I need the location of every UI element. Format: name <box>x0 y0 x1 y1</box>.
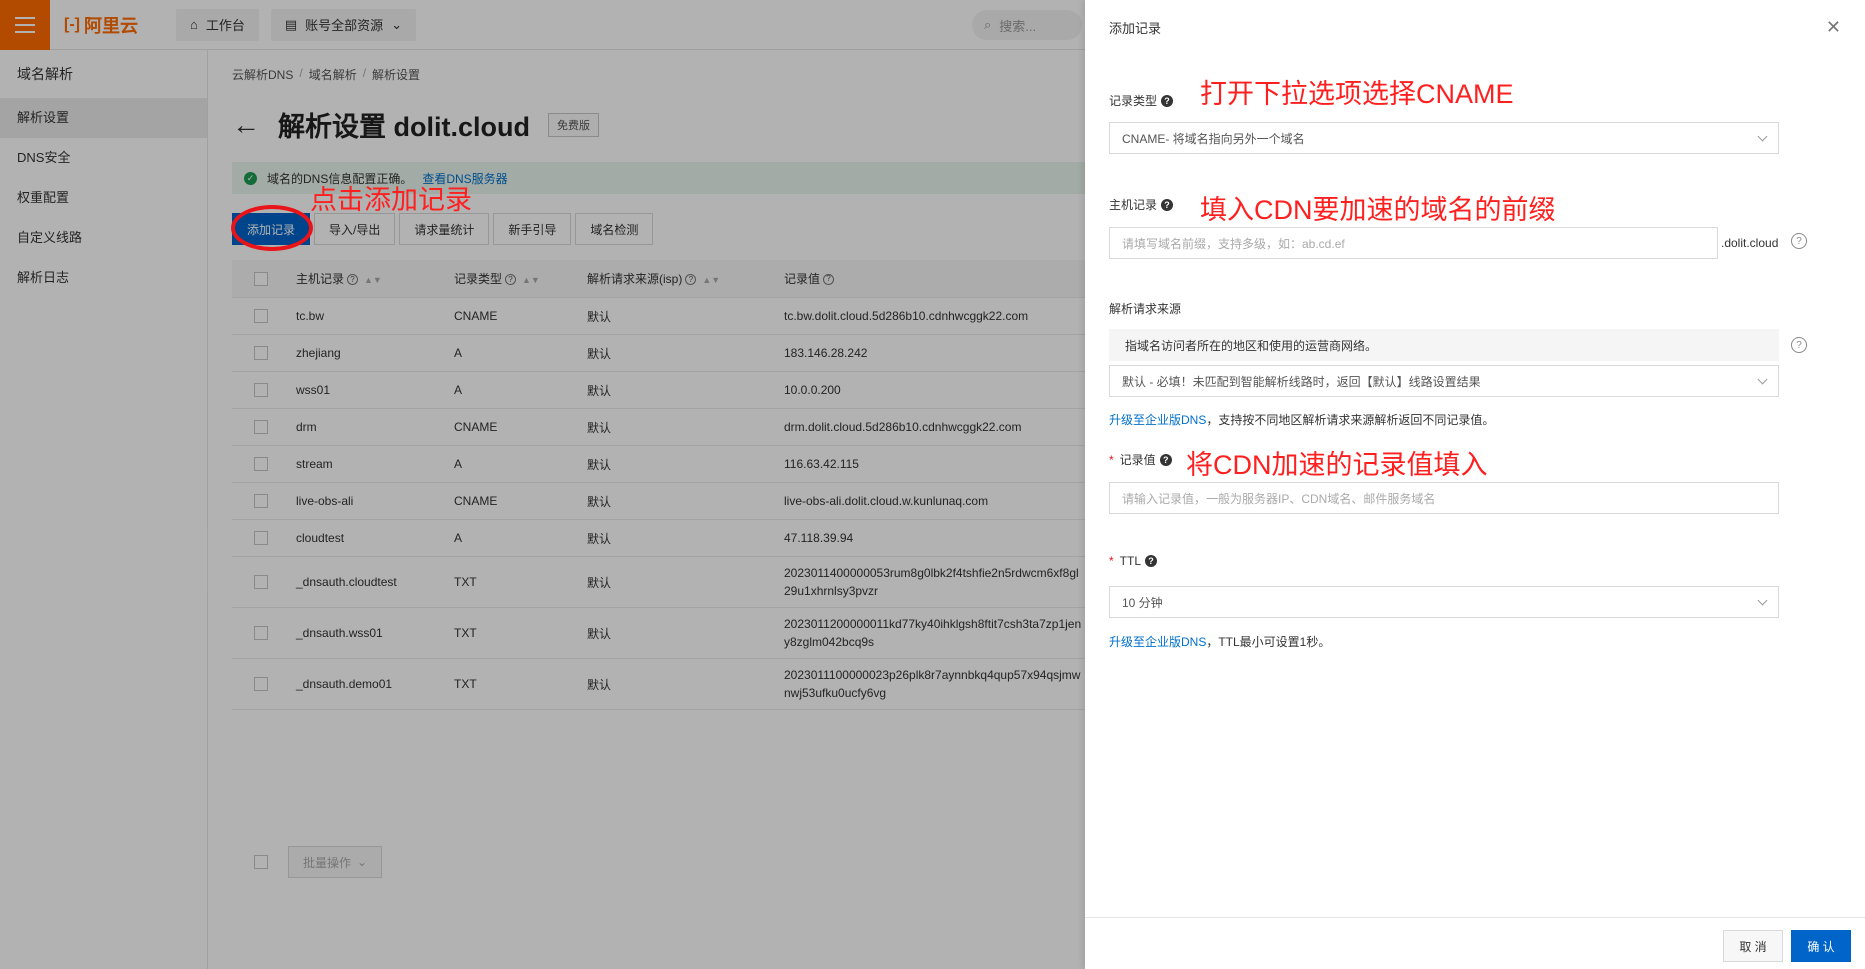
help-icon: ? <box>1159 453 1172 466</box>
cancel-button[interactable]: 取 消 <box>1723 930 1783 962</box>
help-icon: ? <box>1161 198 1174 211</box>
annotation-fill-prefix: 填入CDN要加速的域名的前缀 <box>1200 195 1556 225</box>
help-circle-icon[interactable]: ? <box>1791 337 1807 353</box>
annotation-click-add: 点击添加记录 <box>310 185 472 215</box>
help-icon: ? <box>1145 555 1158 567</box>
source-hint: 升级至企业版DNS，支持按不同地区解析请求来源解析返回不同记录值。 <box>1109 413 1495 427</box>
drawer-mask[interactable] <box>0 0 1085 969</box>
record-type-label: 记录类型? <box>1109 92 1174 109</box>
domain-suffix: .dolit.cloud <box>1721 236 1779 250</box>
ttl-select[interactable]: 10 分钟 <box>1109 586 1779 618</box>
help-circle-icon[interactable]: ? <box>1791 233 1807 249</box>
chevron-down-icon <box>1757 595 1768 605</box>
ttl-label: * TTL? <box>1109 554 1158 568</box>
value-placeholder: 请输入记录值，一般为服务器IP、CDN域名、邮件服务域名 <box>1122 491 1436 506</box>
upgrade-link[interactable]: 升级至企业版DNS <box>1109 413 1206 427</box>
host-label: 主机记录? <box>1109 196 1174 213</box>
highlight-ellipse <box>231 205 313 251</box>
host-placeholder: 请填写域名前缀，支持多级，如：ab.cd.ef <box>1122 236 1345 251</box>
annotation-choose-cname: 打开下拉选项选择CNAME <box>1200 79 1514 109</box>
record-type-select[interactable]: CNAME- 将域名指向另外一个域名 <box>1109 122 1779 154</box>
ttl-value: 10 分钟 <box>1122 595 1163 610</box>
upgrade-link[interactable]: 升级至企业版DNS <box>1109 635 1206 649</box>
record-type-value: CNAME- 将域名指向另外一个域名 <box>1122 131 1305 146</box>
source-label: 解析请求来源 <box>1109 302 1182 316</box>
confirm-button[interactable]: 确 认 <box>1791 930 1851 962</box>
annotation-fill-value: 将CDN加速的记录值填入 <box>1186 450 1488 480</box>
drawer-title: 添加记录 <box>1109 20 1162 36</box>
host-input[interactable]: 请填写域名前缀，支持多级，如：ab.cd.ef <box>1109 227 1718 259</box>
close-icon[interactable]: ✕ <box>1826 17 1841 38</box>
drawer-header: 添加记录 ✕ <box>1085 0 1865 54</box>
source-select[interactable]: 默认 - 必填！未匹配到智能解析线路时，返回【默认】线路设置结果 <box>1109 365 1779 397</box>
source-value: 默认 - 必填！未匹配到智能解析线路时，返回【默认】线路设置结果 <box>1122 374 1481 389</box>
value-label: * 记录值? <box>1109 451 1172 468</box>
source-info: 指域名访问者所在的地区和使用的运营商网络。 <box>1109 329 1779 361</box>
value-input[interactable]: 请输入记录值，一般为服务器IP、CDN域名、邮件服务域名 <box>1109 482 1779 514</box>
ttl-hint: 升级至企业版DNS，TTL最小可设置1秒。 <box>1109 635 1331 649</box>
help-icon: ? <box>1161 94 1174 107</box>
add-record-drawer: 添加记录 ✕ 记录类型? 打开下拉选项选择CNAME CNAME- 将域名指向另… <box>1085 0 1865 969</box>
chevron-down-icon <box>1757 374 1768 384</box>
chevron-down-icon <box>1757 131 1768 141</box>
drawer-footer: 取 消 确 认 <box>1085 917 1865 969</box>
